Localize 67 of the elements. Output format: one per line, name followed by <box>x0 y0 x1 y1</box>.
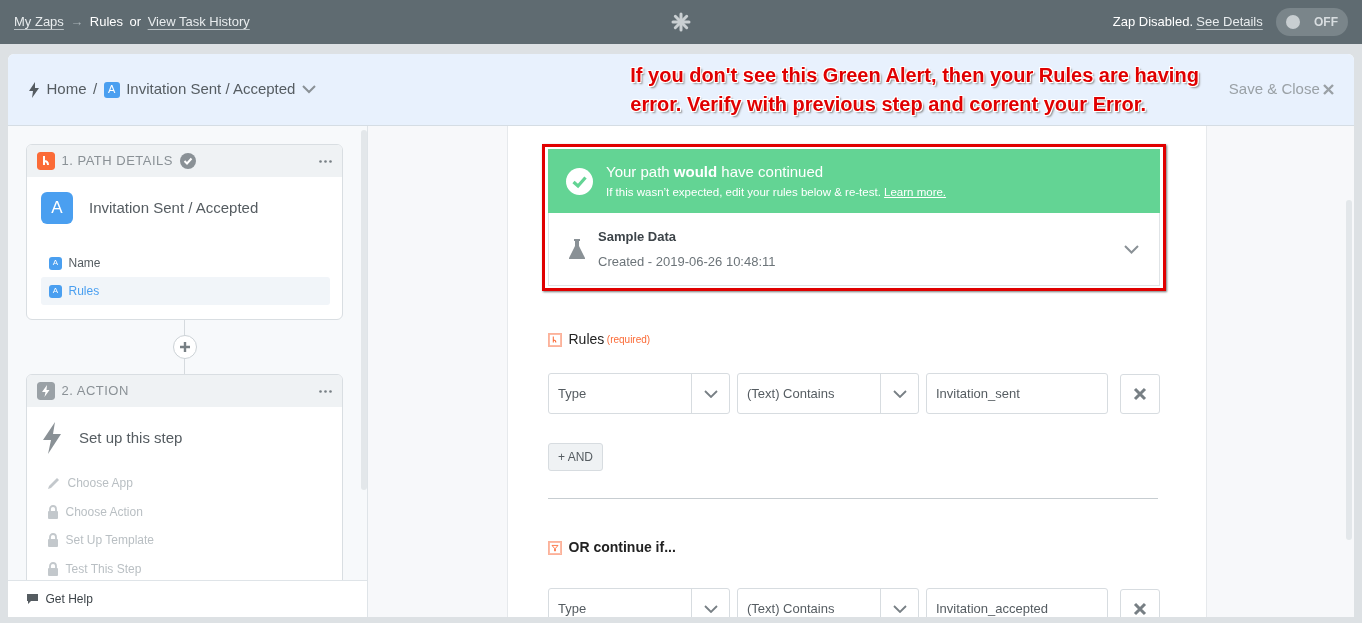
close-icon <box>1133 386 1147 401</box>
app-badge: A <box>41 192 73 224</box>
caret-icon <box>703 604 718 613</box>
badge-icon: A <box>49 284 62 298</box>
field-dropdown[interactable]: Type <box>548 373 730 414</box>
path-name: Invitation Sent / Accepted <box>126 79 296 100</box>
operator-dropdown[interactable]: (Text) Contains <box>737 588 919 617</box>
lock-icon <box>47 533 59 548</box>
chevron-down-icon[interactable] <box>1124 244 1139 254</box>
and-button[interactable]: + AND <box>548 443 603 471</box>
status-text: Zap Disabled. <box>1112 13 1193 32</box>
breadcrumb-separator: / <box>93 79 98 100</box>
step-title: Invitation Sent / Accepted <box>89 197 259 218</box>
operator-dropdown[interactable]: (Text) Contains <box>737 373 919 414</box>
lightning-icon <box>28 81 40 98</box>
path-step-icon <box>37 152 55 170</box>
value-input[interactable]: Invitation_accepted <box>926 588 1108 617</box>
close-icon <box>1323 84 1334 95</box>
remove-rule-button[interactable] <box>1120 588 1160 617</box>
home-link[interactable]: Home <box>46 78 87 101</box>
sample-title: Sample Data <box>598 227 678 246</box>
badge-icon: A <box>49 256 62 270</box>
lightning-icon <box>41 422 63 454</box>
required-label: (required) <box>606 333 651 347</box>
step-heading: 1. PATH DETAILS <box>61 152 174 171</box>
lightning-step-icon <box>37 382 55 400</box>
field-dropdown[interactable]: Type <box>548 588 730 617</box>
step-title: Set up this step <box>79 427 183 448</box>
caret-icon <box>703 389 718 398</box>
details-link[interactable]: See Details <box>1196 12 1263 32</box>
lock-icon <box>47 504 59 519</box>
breadcrumb-current: Rules <box>89 13 124 32</box>
breadcrumb-text: or <box>129 13 142 32</box>
path-icon <box>548 332 562 347</box>
asterisk-icon <box>671 12 691 32</box>
arrow-separator: → <box>70 13 84 32</box>
remove-rule-button[interactable] <box>1120 373 1160 414</box>
breadcrumb-link[interactable]: My Zaps <box>14 12 64 32</box>
value-input[interactable]: Invitation_sent <box>926 373 1108 414</box>
flask-icon <box>569 239 585 259</box>
close-icon <box>1133 601 1147 616</box>
sample-data-row[interactable]: Sample Data Created - 2019-06-26 10:48:11 <box>548 213 1160 286</box>
alert-title: Your path would have continued <box>606 162 825 183</box>
chevron-down-icon[interactable] <box>301 85 316 94</box>
step-heading: 2. ACTION <box>61 382 129 401</box>
path-badge: A <box>103 81 120 98</box>
section-title: OR continue if... <box>568 538 676 557</box>
plus-icon <box>178 341 191 353</box>
alert-detail: If this wasn’t expected, edit your rules below & re-test. <box>606 185 882 198</box>
step-menu-item[interactable]: A Name <box>41 249 330 277</box>
more-options-icon[interactable] <box>319 389 332 393</box>
scrollbar-thumb[interactable] <box>361 130 367 490</box>
annotation-text: error. Verify with previous step and corrent your Error. <box>630 91 1147 117</box>
help-link[interactable]: Get Help <box>8 580 367 617</box>
chat-icon <box>26 593 39 605</box>
lock-icon <box>47 561 59 576</box>
more-options-icon[interactable] <box>319 159 332 163</box>
sample-subtitle: Created - 2019-06-26 10:48:11 <box>598 253 777 271</box>
section-title: Rules <box>568 330 605 349</box>
caret-icon <box>892 604 907 613</box>
caret-icon <box>892 389 907 398</box>
pencil-icon <box>47 476 61 491</box>
annotation-text: If you don't see this Green Alert, then your Rules are having <box>630 62 1199 88</box>
add-step-button[interactable] <box>172 335 197 359</box>
filter-icon <box>548 540 562 555</box>
breadcrumb-link[interactable]: View Task History <box>147 12 250 32</box>
check-circle-icon <box>566 167 593 195</box>
